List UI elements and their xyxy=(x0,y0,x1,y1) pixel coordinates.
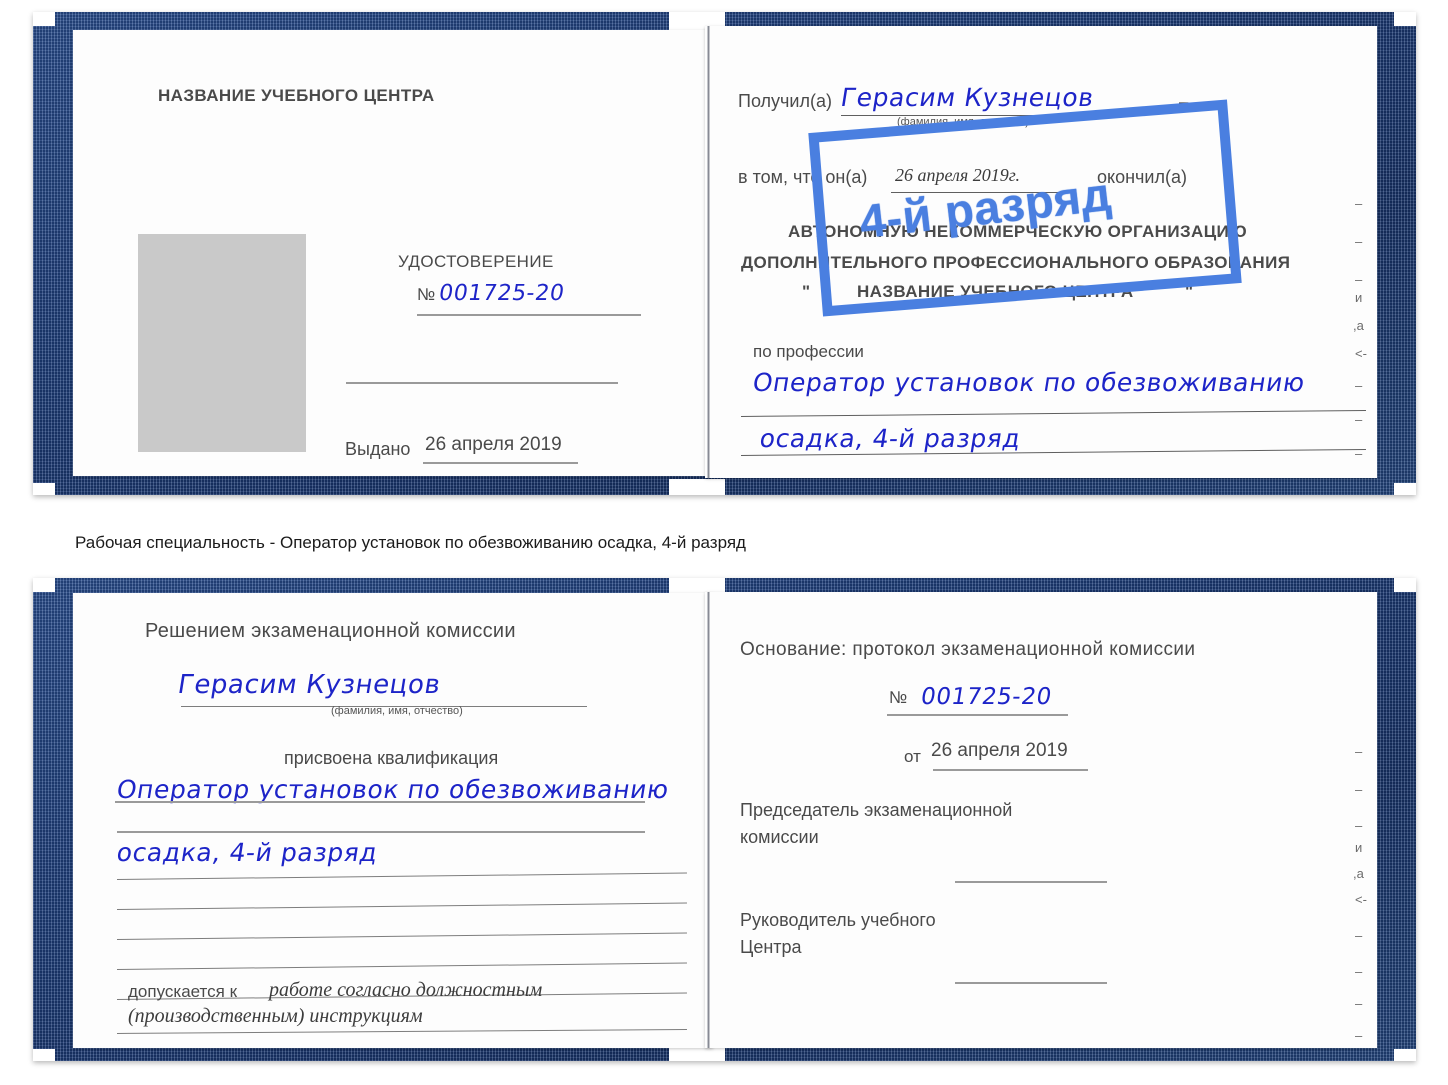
cover-corner-notch-bl xyxy=(33,483,55,495)
received-name-value: Герасим Кузнецов xyxy=(838,83,1097,112)
photo-placeholder xyxy=(138,234,306,452)
number-underline xyxy=(417,314,641,316)
edge-mark-7: – xyxy=(1355,412,1363,427)
cover-corner-notch-br xyxy=(1394,483,1416,495)
blank-rule xyxy=(346,382,618,384)
head-line-1: Руководитель учебного xyxy=(740,910,936,930)
edge-mark-b1: – xyxy=(1355,782,1363,797)
edge-mark-b2: – xyxy=(1355,818,1363,833)
admitted-line-1: работе согласно должностным xyxy=(269,979,543,1001)
admitted-line-2: (производственным) инструкциям xyxy=(128,1005,423,1027)
graduate-name-value: Герасим Кузнецов xyxy=(175,670,443,700)
spine-fold-line-2 xyxy=(707,592,710,1048)
blank-rule-1 xyxy=(116,872,687,880)
cover-corner-notch-tl-2 xyxy=(33,578,55,592)
chair-line-2: комиссии xyxy=(740,827,819,847)
bottom-left-page: Решением экзаменационной комиссии Гераси… xyxy=(73,593,713,1048)
qual-rule-2 xyxy=(117,831,645,833)
edge-mark-b3: и xyxy=(1355,840,1363,855)
edge-mark-2: – xyxy=(1355,272,1363,287)
edge-mark-1: – xyxy=(1355,234,1363,249)
cover-corner-notch-tr xyxy=(1394,12,1416,26)
top-left-page: НАЗВАНИЕ УЧЕБНОГО ЦЕНТРА УДОСТОВЕРЕНИЕ №… xyxy=(73,30,713,476)
qual-rule-1 xyxy=(115,801,645,803)
profession-rule-1 xyxy=(740,410,1366,417)
page-caption: Рабочая специальность - Оператор установ… xyxy=(75,533,746,552)
edge-mark-b6: – xyxy=(1355,928,1363,943)
commission-decision-header: Решением экзаменационной комиссии xyxy=(145,620,516,642)
edge-mark-6: – xyxy=(1355,378,1363,393)
protocol-number-label: № xyxy=(889,688,908,707)
cover-corner-notch-tl xyxy=(33,12,55,26)
protocol-number-value: 001725-20 xyxy=(918,684,1054,710)
issued-underline xyxy=(423,462,578,464)
number-label: № xyxy=(417,285,436,304)
cover-corner-notch-bl-2 xyxy=(33,1049,55,1061)
org-quote-open: " xyxy=(802,282,811,301)
profession-line-2: осадка, 4-й разряд xyxy=(757,424,1023,453)
issued-date-value: 26 апреля 2019 xyxy=(425,434,562,455)
cover-corner-notch-br-2 xyxy=(1394,1049,1416,1061)
chair-line-1: Председатель экзаменационной xyxy=(740,800,1013,820)
blank-rule-4 xyxy=(116,962,687,970)
received-label: Получил(а) xyxy=(738,91,832,111)
protocol-number-underline xyxy=(887,714,1068,716)
edge-mark-3: и xyxy=(1355,290,1363,305)
qualification-label: присвоена квалификация xyxy=(284,748,499,768)
edge-mark-b9: – xyxy=(1355,1028,1363,1043)
fio-hint-2: (фамилия, имя, отчество) xyxy=(331,705,463,717)
edge-mark-b4: ,а xyxy=(1353,866,1364,881)
blank-rule-2 xyxy=(116,902,687,910)
edge-mark-b5: <- xyxy=(1355,892,1367,907)
qualification-line-1: Оператор установок по обезвоживанию xyxy=(114,775,672,804)
protocol-date-value: 26 апреля 2019 xyxy=(931,740,1068,761)
certificate-top: НАЗВАНИЕ УЧЕБНОГО ЦЕНТРА УДОСТОВЕРЕНИЕ №… xyxy=(33,12,1416,495)
spine-fold-line xyxy=(707,26,710,478)
qualification-line-2: осадка, 4-й разряд xyxy=(114,838,380,867)
profession-label: по профессии xyxy=(753,342,864,361)
blank-rule-3 xyxy=(116,932,687,940)
basis-label: Основание: протокол экзаменационной коми… xyxy=(740,639,1196,660)
protocol-date-underline xyxy=(933,769,1088,771)
edge-mark-8: – xyxy=(1355,446,1363,461)
bottom-right-page: Основание: протокол экзаменационной коми… xyxy=(705,592,1377,1048)
edge-mark-0: – xyxy=(1355,196,1363,211)
edge-mark-b0: – xyxy=(1355,744,1363,759)
certificate-number-value: 001725-20 xyxy=(437,281,567,306)
profession-line-1: Оператор установок по обезвоживанию xyxy=(750,368,1308,397)
certificate-bottom: Решением экзаменационной комиссии Гераси… xyxy=(33,578,1416,1061)
edge-mark-b7: – xyxy=(1355,964,1363,979)
document-title: УДОСТОВЕРЕНИЕ xyxy=(398,252,554,271)
admitted-rule xyxy=(116,1029,687,1034)
protocol-date-label: от xyxy=(904,747,921,766)
spine-notch-bottom xyxy=(669,479,725,495)
certificate-scan-page: { "caption": "Рабочая специальность - Оп… xyxy=(0,0,1448,1085)
chair-signature-line xyxy=(955,881,1107,883)
head-line-2: Центра xyxy=(740,937,802,957)
training-center-header: НАЗВАНИЕ УЧЕБНОГО ЦЕНТРА xyxy=(158,86,435,105)
cover-corner-notch-tr-2 xyxy=(1394,578,1416,592)
admitted-label: допускается к xyxy=(128,982,238,1001)
head-signature-line xyxy=(955,982,1107,984)
edge-mark-4: ,а xyxy=(1353,318,1364,333)
edge-mark-5: <- xyxy=(1355,346,1367,361)
edge-mark-b8: – xyxy=(1355,996,1363,1011)
issued-label: Выдано xyxy=(345,439,411,459)
